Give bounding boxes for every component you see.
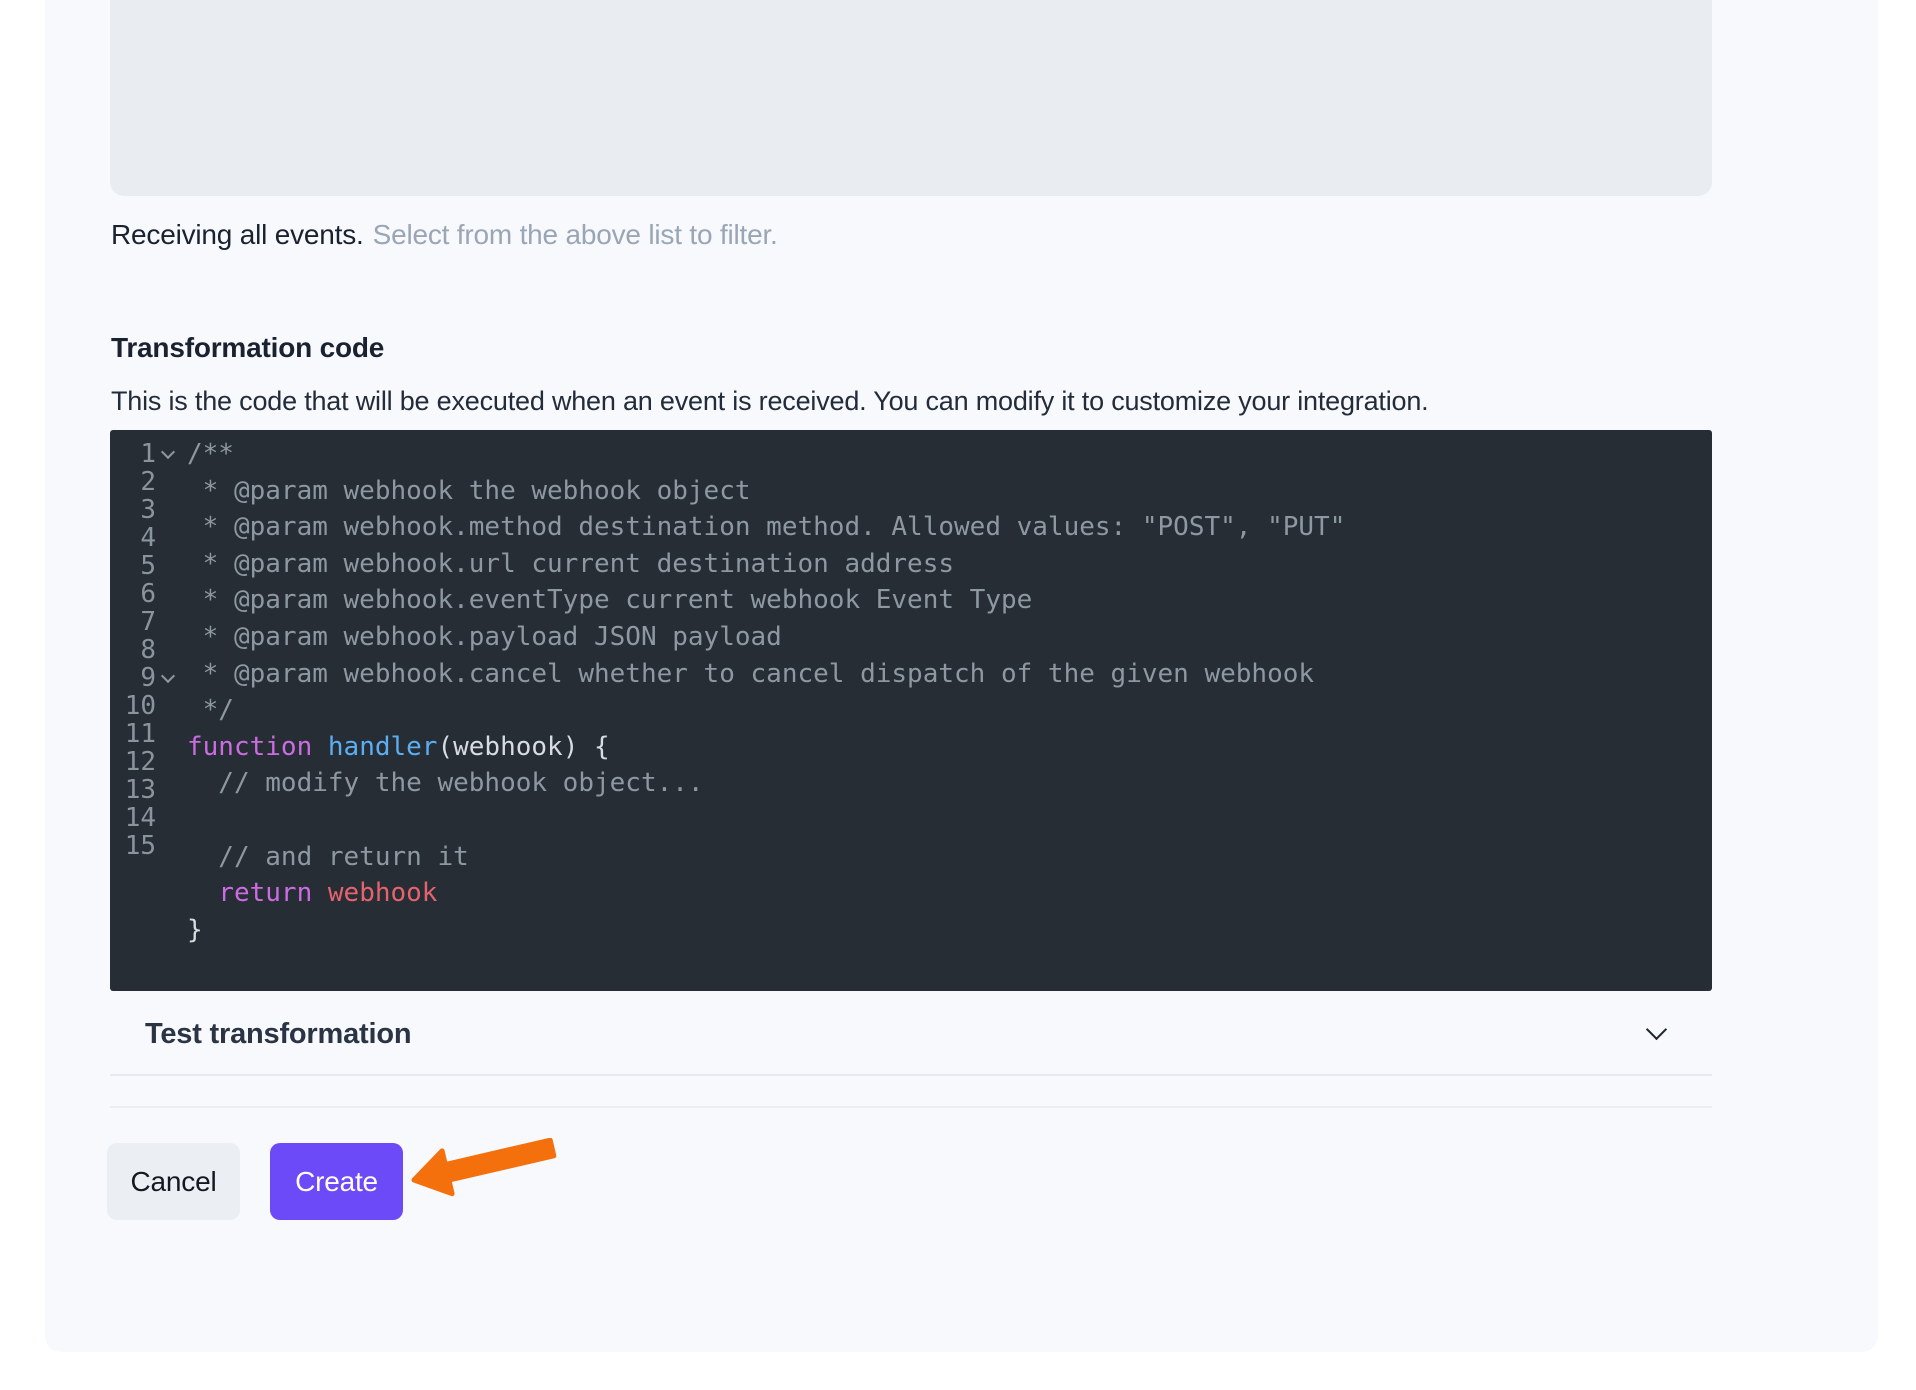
line-number: 8 <box>110 636 156 664</box>
code-line <box>187 802 1712 839</box>
code-line: /** <box>187 436 1712 473</box>
code-line: return webhook <box>187 875 1712 912</box>
editor-gutter: 123456789101112131415 <box>110 430 182 991</box>
events-list-panel[interactable] <box>110 0 1712 196</box>
code-line: } <box>187 912 1712 949</box>
test-transformation-toggle[interactable]: Test transformation <box>110 1000 1712 1074</box>
code-line: function handler(webhook) { <box>187 729 1712 766</box>
code-line: * @param webhook.eventType current webho… <box>187 582 1712 619</box>
line-number: 14 <box>110 804 156 832</box>
divider <box>110 1074 1712 1076</box>
line-number: 9 <box>110 664 156 692</box>
line-number: 4 <box>110 524 156 552</box>
code-line: * @param webhook.method destination meth… <box>187 509 1712 546</box>
transformation-code-title: Transformation code <box>111 332 384 364</box>
events-summary-note: Receiving all events. Select from the abo… <box>111 219 778 251</box>
line-number: 3 <box>110 496 156 524</box>
line-number: 12 <box>110 748 156 776</box>
code-editor[interactable]: 123456789101112131415 /** * @param webho… <box>110 430 1712 991</box>
line-number: 10 <box>110 692 156 720</box>
line-number: 5 <box>110 552 156 580</box>
filter-hint-text: Select from the above list to filter. <box>373 219 778 250</box>
line-number: 15 <box>110 832 156 860</box>
code-line: // and return it <box>187 839 1712 876</box>
fold-chevron-icon[interactable] <box>161 445 175 459</box>
line-number: 11 <box>110 720 156 748</box>
chevron-down-icon[interactable] <box>1646 1019 1667 1040</box>
receiving-all-events-text: Receiving all events. <box>111 219 364 250</box>
code-line: // modify the webhook object... <box>187 765 1712 802</box>
create-button[interactable]: Create <box>270 1143 403 1220</box>
code-line: */ <box>187 692 1712 729</box>
code-line: * @param webhook the webhook object <box>187 473 1712 510</box>
line-number: 1 <box>110 440 156 468</box>
transformation-code-description: This is the code that will be executed w… <box>111 386 1428 417</box>
fold-chevron-icon[interactable] <box>161 669 175 683</box>
line-number: 7 <box>110 608 156 636</box>
code-line: * @param webhook.url current destination… <box>187 546 1712 583</box>
line-number: 13 <box>110 776 156 804</box>
code-line: * @param webhook.payload JSON payload <box>187 619 1712 656</box>
test-transformation-label: Test transformation <box>145 1018 411 1051</box>
line-number: 6 <box>110 580 156 608</box>
divider <box>110 1106 1712 1108</box>
page: Receiving all events. Select from the abo… <box>0 0 1916 1390</box>
code-line: * @param webhook.cancel whether to cance… <box>187 656 1712 693</box>
cancel-button[interactable]: Cancel <box>107 1143 240 1220</box>
editor-code-area[interactable]: /** * @param webhook the webhook object … <box>182 430 1712 991</box>
line-number: 2 <box>110 468 156 496</box>
annotation-arrow-icon <box>408 1138 560 1204</box>
